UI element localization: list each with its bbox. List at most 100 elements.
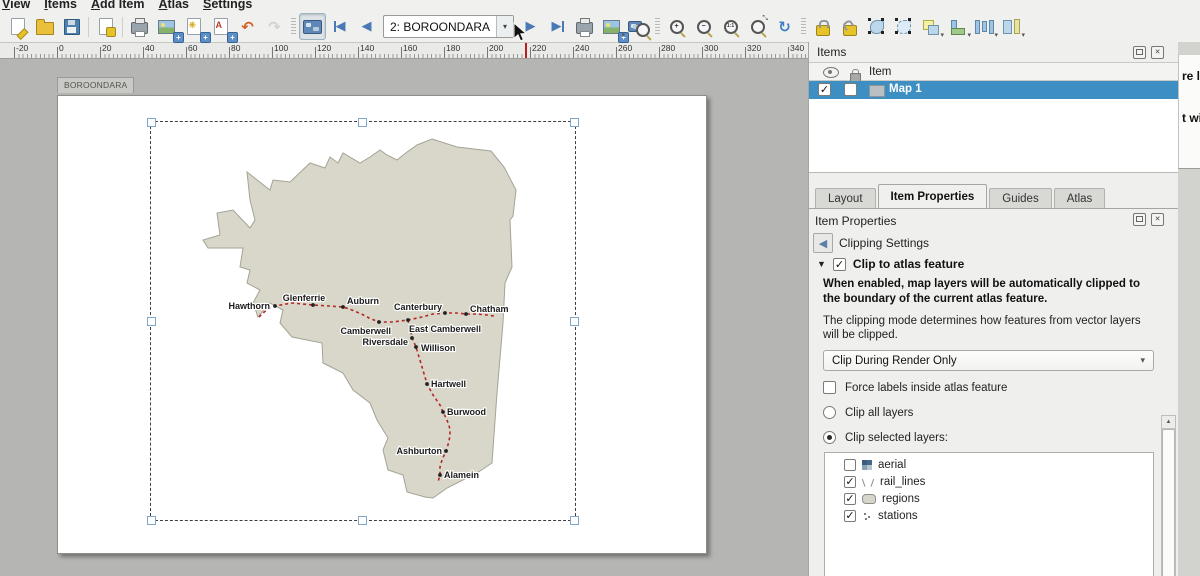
back-button[interactable]: ◀ (813, 233, 833, 253)
atlas-settings-button[interactable] (625, 13, 652, 40)
previous-feature-button[interactable]: ◀ (353, 13, 380, 40)
last-feature-icon: ▶ (552, 20, 562, 33)
preview-atlas-toggle[interactable] (299, 13, 326, 40)
selection-handle-s[interactable] (358, 516, 367, 525)
group-items-button[interactable] (863, 13, 890, 40)
align-items-button[interactable]: ▾ (944, 13, 971, 40)
item-lock-checkbox[interactable] (844, 83, 857, 96)
print-icon (131, 22, 148, 34)
clip-selected-layers-row[interactable]: Clip selected layers: (823, 431, 948, 444)
ruler-label: 120 (317, 43, 331, 53)
menu-add-item[interactable]: Add Item (91, 0, 144, 11)
scroll-up-button[interactable]: ▲ (1162, 416, 1175, 429)
chevron-down-icon: ▾ (1140, 355, 1145, 366)
save-as-template-button[interactable] (92, 13, 119, 40)
raise-items-button[interactable]: ▾ (917, 13, 944, 40)
zoom-in-button[interactable]: + (663, 13, 690, 40)
qgis-layout-window: View Items Add Item Atlas Settings + ✳+ A+ ↶… (0, 0, 1200, 576)
resize-items-button[interactable]: ▾ (998, 13, 1025, 40)
layer-list[interactable]: aerial ✓ rail_lines ✓ regions ✓ stations (824, 452, 1154, 576)
menu-atlas[interactable]: Atlas (158, 0, 189, 11)
selection-handle-sw[interactable] (147, 516, 156, 525)
layer-checkbox[interactable] (844, 459, 856, 471)
float-panel-button[interactable] (1133, 213, 1146, 226)
ruler-label: 0 (59, 43, 64, 53)
atlas-feature-combobox[interactable]: 2: BOROONDARA ▾ (383, 15, 514, 38)
distribute-items-button[interactable]: ▾ (971, 13, 998, 40)
refresh-button[interactable]: ↻ (771, 13, 798, 40)
close-panel-button[interactable]: ✕ (1151, 46, 1164, 59)
last-feature-button[interactable]: ▶ (544, 13, 571, 40)
ungroup-items-button[interactable] (890, 13, 917, 40)
selection-handle-nw[interactable] (147, 118, 156, 127)
layer-checkbox[interactable]: ✓ (844, 510, 856, 522)
print-button[interactable] (126, 13, 153, 40)
selection-handle-w[interactable] (147, 317, 156, 326)
clip-all-layers-row[interactable]: Clip all layers (823, 406, 913, 419)
map-item-selection[interactable] (150, 121, 576, 521)
menu-view[interactable]: View (2, 0, 30, 11)
toolbar-separator (122, 17, 123, 37)
back-arrow-icon: ◀ (819, 237, 827, 250)
export-atlas-button[interactable]: +▾ (598, 13, 625, 40)
layer-name: aerial (878, 459, 906, 471)
clipping-mode-combobox[interactable]: Clip During Render Only ▾ (823, 350, 1154, 371)
menu-items[interactable]: Items (44, 0, 77, 11)
selection-handle-ne[interactable] (570, 118, 579, 127)
items-row-map1[interactable]: ✓ Map 1 (809, 81, 1178, 99)
clip-section-header[interactable]: ▼ ✓ Clip to atlas feature (817, 257, 964, 271)
visibility-column-eye-icon (823, 67, 839, 78)
scrollbar-thumb[interactable] (1162, 429, 1175, 576)
selection-handle-e[interactable] (570, 317, 579, 326)
layout-canvas[interactable]: BOROONDARA Hawthorn Glenferrie Auburn Ca… (0, 59, 808, 576)
force-labels-checkbox[interactable] (823, 381, 836, 394)
combobox-dropdown-button[interactable]: ▾ (496, 16, 513, 37)
selection-handle-se[interactable] (570, 516, 579, 525)
ruler-label: 160 (403, 43, 417, 53)
tab-item-properties[interactable]: Item Properties (878, 184, 988, 208)
save-icon (64, 19, 80, 35)
selection-handle-n[interactable] (358, 118, 367, 127)
layer-name: rail_lines (880, 476, 925, 488)
collapse-triangle-icon[interactable]: ▼ (817, 259, 826, 269)
ruler-label: 140 (360, 43, 374, 53)
open-template-button[interactable] (31, 13, 58, 40)
force-labels-row[interactable]: Force labels inside atlas feature (823, 381, 1007, 394)
tab-guides[interactable]: Guides (989, 188, 1051, 208)
layer-row-regions[interactable]: ✓ regions (825, 490, 1153, 507)
print-atlas-button[interactable] (571, 13, 598, 40)
layer-checkbox[interactable]: ✓ (844, 476, 856, 488)
lock-items-button[interactable] (809, 13, 836, 40)
zoom-full-button[interactable]: ⤡ (744, 13, 771, 40)
layer-row-rail-lines[interactable]: ✓ rail_lines (825, 473, 1153, 490)
tab-layout[interactable]: Layout (815, 188, 876, 208)
export-pdf-button[interactable]: A+ (207, 13, 234, 40)
undo-icon: ↶ (241, 18, 254, 36)
clip-to-atlas-checkbox[interactable]: ✓ (833, 258, 846, 271)
unlock-items-button[interactable] (836, 13, 863, 40)
close-panel-button[interactable]: ✕ (1151, 213, 1164, 226)
menu-settings[interactable]: Settings (203, 0, 252, 11)
item-visibility-checkbox[interactable]: ✓ (818, 83, 831, 96)
redo-button[interactable]: ↷ (261, 13, 288, 40)
save-project-button[interactable] (58, 13, 85, 40)
zoom-actual-button[interactable]: 1:1 (717, 13, 744, 40)
first-feature-button[interactable]: ◀ (326, 13, 353, 40)
export-image-button[interactable]: + (153, 13, 180, 40)
layer-row-stations[interactable]: ✓ stations (825, 507, 1153, 524)
export-svg-button[interactable]: ✳+ (180, 13, 207, 40)
zoom-out-button[interactable]: − (690, 13, 717, 40)
undo-button[interactable]: ↶ (234, 13, 261, 40)
float-panel-button[interactable] (1133, 46, 1146, 59)
items-list[interactable]: ✓ Map 1 (809, 81, 1178, 173)
layer-row-aerial[interactable]: aerial (825, 456, 1153, 473)
ruler-label: 240 (575, 43, 589, 53)
properties-scrollbar[interactable]: ▲ (1161, 415, 1176, 576)
clip-all-layers-radio[interactable] (823, 406, 836, 419)
clip-selected-layers-radio[interactable] (823, 431, 836, 444)
raster-layer-icon (862, 460, 872, 470)
tab-atlas[interactable]: Atlas (1054, 188, 1106, 208)
new-layout-button[interactable] (4, 13, 31, 40)
toolbar-separator (88, 17, 89, 37)
layer-checkbox[interactable]: ✓ (844, 493, 856, 505)
